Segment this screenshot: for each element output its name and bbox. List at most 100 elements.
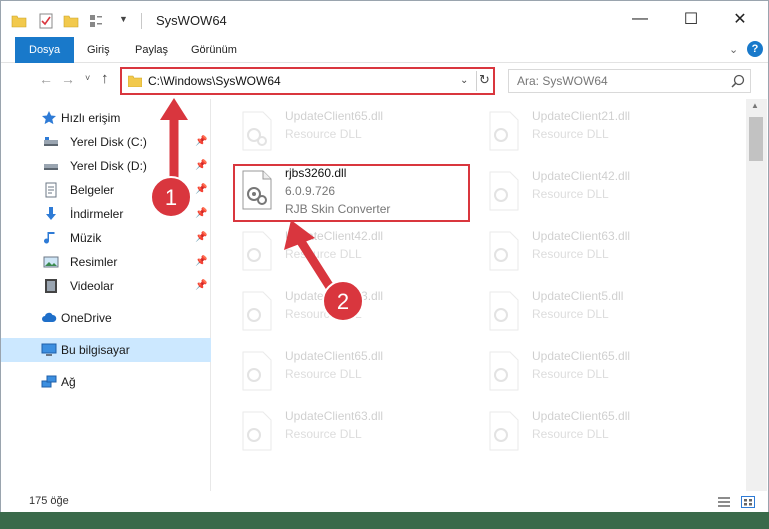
help-icon[interactable]: ? bbox=[747, 41, 763, 57]
recent-locations-chevron-icon[interactable]: ˅ bbox=[85, 73, 90, 83]
sidebar-item-network[interactable]: Ağ bbox=[1, 370, 211, 394]
list-item[interactable]: UpdateClient21.dll Resource DLL bbox=[484, 107, 714, 159]
expand-ribbon-chevron-icon[interactable]: ⌄ bbox=[729, 43, 738, 56]
sidebar-item-label: Videolar bbox=[70, 279, 114, 293]
dll-file-icon bbox=[489, 111, 519, 151]
sidebar-item-local-disk-d[interactable]: Yerel Disk (D:) 📌 bbox=[1, 154, 211, 178]
sidebar-item-local-disk-c[interactable]: Yerel Disk (C:) 📌 bbox=[1, 130, 211, 154]
sidebar-item-videos[interactable]: Videolar 📌 bbox=[1, 274, 211, 298]
address-path[interactable]: C:\Windows\SysWOW64 bbox=[148, 74, 281, 88]
dll-file-icon bbox=[242, 111, 272, 151]
sidebar-item-label: OneDrive bbox=[61, 311, 112, 325]
minimize-button[interactable]: — bbox=[617, 1, 663, 37]
sidebar-item-pictures[interactable]: Resimler 📌 bbox=[1, 250, 211, 274]
properties-icon[interactable] bbox=[39, 13, 53, 29]
file-name: UpdateClient65.dll bbox=[532, 349, 631, 363]
details-view-icon[interactable] bbox=[717, 496, 731, 508]
list-item[interactable]: UpdateClient63.dll Resource DLL bbox=[484, 227, 714, 279]
tab-home[interactable]: Giriş bbox=[75, 37, 122, 63]
file-description: Resource DLL bbox=[532, 367, 609, 381]
dll-file-icon bbox=[489, 171, 519, 211]
file-description: Resource DLL bbox=[532, 187, 609, 201]
file-name: UpdateClient65.dll bbox=[285, 109, 384, 123]
large-icons-view-icon[interactable] bbox=[741, 496, 755, 508]
sidebar-item-label: Müzik bbox=[70, 231, 102, 245]
file-description: Resource DLL bbox=[532, 247, 609, 261]
videos-icon bbox=[45, 279, 57, 293]
dll-file-icon bbox=[489, 351, 519, 391]
tab-file[interactable]: Dosya bbox=[15, 37, 75, 63]
file-description: Resource DLL bbox=[285, 127, 362, 141]
scroll-thumb[interactable] bbox=[749, 117, 763, 161]
list-item[interactable]: UpdateClient42.dll Resource DLL bbox=[237, 227, 467, 279]
folder-icon[interactable] bbox=[11, 13, 27, 29]
dll-file-icon bbox=[242, 231, 272, 271]
file-name: UpdateClient42.dll bbox=[285, 229, 384, 243]
pin-icon: 📌 bbox=[195, 160, 208, 171]
vertical-scrollbar[interactable]: ▲ bbox=[746, 99, 767, 491]
sidebar-item-label: Yerel Disk (D:) bbox=[70, 159, 147, 173]
sidebar-item-downloads[interactable]: İndirmeler 📌 bbox=[1, 202, 211, 226]
list-item[interactable]: UpdateClient65.dll Resource DLL bbox=[237, 107, 467, 159]
computer-icon bbox=[41, 343, 57, 356]
back-arrow-icon[interactable]: ← bbox=[39, 71, 53, 87]
address-bar[interactable]: C:\Windows\SysWOW64 ⌄ ↻ bbox=[120, 67, 495, 95]
file-description: Resource DLL bbox=[532, 427, 609, 441]
star-icon bbox=[42, 111, 56, 125]
forward-arrow-icon[interactable]: → bbox=[61, 71, 75, 87]
status-bar: 175 öğe bbox=[1, 491, 768, 512]
file-name: UpdateClient63.dll bbox=[285, 409, 384, 423]
dll-file-icon bbox=[489, 291, 519, 331]
download-icon bbox=[46, 207, 56, 220]
customize-toolbar-chevron-icon[interactable]: ▼ bbox=[119, 14, 128, 24]
sidebar-item-quick-access[interactable]: Hızlı erişim bbox=[1, 106, 211, 130]
file-name: UpdateClient63.dll bbox=[285, 289, 384, 303]
sidebar-item-music[interactable]: Müzik 📌 bbox=[1, 226, 211, 250]
file-description: Resource DLL bbox=[285, 247, 362, 261]
sidebar-item-label: İndirmeler bbox=[70, 207, 124, 221]
dll-file-icon bbox=[242, 351, 272, 391]
sidebar-item-label: Resimler bbox=[70, 255, 118, 269]
list-item[interactable]: UpdateClient42.dll Resource DLL bbox=[484, 167, 714, 219]
tab-share[interactable]: Paylaş bbox=[123, 37, 180, 63]
new-folder-icon[interactable] bbox=[63, 13, 79, 29]
list-item[interactable]: UpdateClient63.dll Resource DLL bbox=[237, 407, 467, 459]
view-icon[interactable] bbox=[89, 13, 103, 29]
maximize-button[interactable]: ☐ bbox=[668, 1, 714, 37]
file-description: Resource DLL bbox=[285, 307, 362, 321]
music-icon bbox=[44, 232, 55, 244]
navigation-pane: Hızlı erişim Yerel Disk (C:) 📌 Yerel Dis… bbox=[1, 99, 211, 491]
list-item[interactable]: UpdateClient65.dll Resource DLL bbox=[484, 347, 714, 399]
window-title: SysWOW64 bbox=[156, 13, 227, 28]
list-item[interactable]: UpdateClient63.dll Resource DLL bbox=[237, 287, 467, 339]
list-item[interactable]: UpdateClient5.dll Resource DLL bbox=[484, 287, 714, 339]
close-button[interactable]: ✕ bbox=[717, 1, 763, 37]
scroll-up-icon[interactable]: ▲ bbox=[751, 101, 759, 110]
sidebar-item-label: Ağ bbox=[61, 375, 76, 389]
sidebar-item-documents[interactable]: Belgeler 📌 bbox=[1, 178, 211, 202]
pictures-icon bbox=[43, 256, 59, 268]
search-icon[interactable] bbox=[731, 74, 745, 88]
list-item[interactable]: UpdateClient65.dll Resource DLL bbox=[237, 347, 467, 399]
sidebar-item-this-pc[interactable]: Bu bilgisayar bbox=[1, 338, 211, 362]
dll-file-icon bbox=[489, 231, 519, 271]
item-count: 175 öğe bbox=[29, 495, 69, 507]
selected-file-highlight bbox=[233, 164, 470, 222]
file-name: UpdateClient21.dll bbox=[532, 109, 631, 123]
explorer-window: ▼ SysWOW64 — ☐ ✕ Dosya Giriş Paylaş Görü… bbox=[0, 0, 769, 512]
sidebar-item-label: Belgeler bbox=[70, 183, 115, 197]
address-history-chevron-icon[interactable]: ⌄ bbox=[460, 75, 468, 86]
pin-icon: 📌 bbox=[195, 232, 208, 243]
documents-icon bbox=[45, 182, 57, 198]
search-input[interactable]: Ara: SysWOW64 bbox=[508, 69, 751, 93]
list-item[interactable]: UpdateClient65.dll Resource DLL bbox=[484, 407, 714, 459]
dll-file-icon bbox=[242, 411, 272, 451]
file-name: UpdateClient5.dll bbox=[532, 289, 624, 303]
file-name: UpdateClient65.dll bbox=[285, 349, 384, 363]
sidebar-item-onedrive[interactable]: OneDrive bbox=[1, 306, 211, 330]
sidebar-item-label: Hızlı erişim bbox=[61, 111, 121, 125]
tab-view[interactable]: Görünüm bbox=[179, 37, 249, 63]
refresh-icon[interactable]: ↻ bbox=[479, 72, 490, 88]
up-arrow-icon[interactable]: ↑ bbox=[101, 70, 109, 87]
dll-file-icon bbox=[489, 411, 519, 451]
